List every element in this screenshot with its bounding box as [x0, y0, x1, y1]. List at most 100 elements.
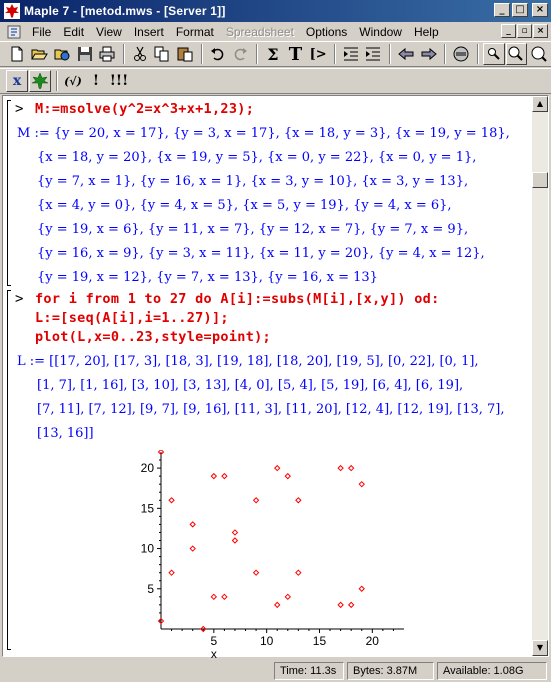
toolbar-separator: [123, 44, 126, 64]
math-mode-button[interactable]: x: [6, 70, 28, 92]
menu-window[interactable]: Window: [353, 25, 408, 39]
toolbar-separator: [389, 44, 392, 64]
new-button[interactable]: [6, 43, 28, 65]
context-toolbar: x (√) ! !!!: [0, 68, 551, 94]
scissors-icon: [133, 46, 146, 61]
open-url-button[interactable]: [51, 43, 73, 65]
toolbar-separator: [476, 44, 479, 64]
outdent-icon: [343, 47, 358, 61]
data-point: [221, 472, 228, 480]
vertical-scrollbar[interactable]: ▲ ▼: [532, 96, 548, 656]
save-button[interactable]: [74, 43, 96, 65]
back-button[interactable]: [395, 43, 417, 65]
output-line: [7, 11], [7, 12], [9, 7], [9, 16], [11, …: [37, 402, 505, 417]
magnifier-large-icon: [508, 46, 524, 61]
worksheet-icon[interactable]: [6, 24, 22, 40]
print-button[interactable]: [96, 43, 118, 65]
maple-input-button[interactable]: [29, 70, 51, 92]
indent-icon: [366, 47, 381, 61]
doc-restore-button[interactable]: ▫: [517, 24, 532, 38]
output-line: {y = 19, x = 6}, {y = 11, x = 7}, {y = 1…: [37, 222, 469, 237]
menu-file[interactable]: File: [26, 25, 57, 39]
clipboard-icon: [177, 47, 193, 62]
open-url-icon: [54, 49, 70, 61]
menu-view[interactable]: View: [90, 25, 128, 39]
data-point: [168, 497, 175, 504]
data-point: [284, 593, 291, 601]
floppy-icon: [77, 47, 92, 61]
menu-edit[interactable]: Edit: [57, 25, 90, 39]
cut-button[interactable]: [129, 43, 151, 65]
execution-group-bracket[interactable]: [7, 100, 11, 286]
doc-close-button[interactable]: ×: [533, 24, 548, 38]
maple-input-line[interactable]: plot(L,x=0..23,style=point);: [35, 329, 271, 345]
data-point: [231, 537, 239, 544]
forward-button[interactable]: [418, 43, 440, 65]
status-time: Time: 11.3s: [274, 662, 344, 680]
redo-button[interactable]: [229, 43, 251, 65]
outdent-button[interactable]: [340, 43, 362, 65]
output-line: M := {y = 20, x = 17}, {y = 3, x = 17}, …: [17, 126, 510, 141]
data-point: [210, 593, 218, 601]
new-file-icon: [11, 46, 23, 62]
window-title: Maple 7 - [metod.mws - [Server 1]]: [24, 4, 226, 18]
math-input-button[interactable]: Σ: [262, 43, 284, 65]
y-tick-label: 5: [147, 582, 154, 596]
execution-group-bracket[interactable]: [7, 290, 11, 650]
data-point: [210, 472, 218, 480]
menu-insert[interactable]: Insert: [128, 25, 170, 39]
output-line: {y = 7, x = 1}, {y = 16, x = 1}, {x = 3,…: [37, 174, 469, 189]
menu-options[interactable]: Options: [300, 25, 353, 39]
status-bar: Time: 11.3s Bytes: 3.87M Available: 1.08…: [0, 659, 551, 682]
maple-input-line[interactable]: for i from 1 to 27 do A[i]:=subs(M[i],[x…: [35, 291, 440, 307]
execute-all-button[interactable]: !!!: [108, 70, 130, 92]
data-point: [295, 497, 302, 504]
insert-prompt-button[interactable]: [>: [307, 43, 329, 65]
data-point: [252, 497, 260, 504]
maple-input-line[interactable]: L:=[seq(A[i],i=1..27)];: [35, 310, 229, 326]
x-tick-label: 20: [366, 634, 380, 648]
output-line: {y = 19, x = 12}, {y = 7, x = 13}, {y = …: [37, 270, 378, 285]
zoom-out-button[interactable]: [505, 43, 528, 65]
data-point: [252, 569, 260, 576]
data-point: [221, 593, 228, 601]
menu-format[interactable]: Format: [170, 25, 220, 39]
text-input-button[interactable]: T: [285, 43, 307, 65]
data-point: [274, 601, 281, 609]
output-line: {x = 4, y = 0}, {y = 4, x = 5}, {x = 5, …: [37, 198, 452, 213]
indent-button[interactable]: [363, 43, 385, 65]
exclamation-icon: !: [92, 73, 100, 89]
open-folder-icon: [31, 49, 49, 60]
data-point: [337, 464, 344, 472]
evaluate-button[interactable]: (√): [62, 70, 84, 92]
maximize-button[interactable]: □: [512, 3, 528, 17]
scroll-thumb[interactable]: [532, 172, 548, 188]
copy-button[interactable]: [152, 43, 174, 65]
open-button[interactable]: [29, 43, 51, 65]
toolbar-separator: [333, 44, 336, 64]
zoom-fit-button[interactable]: [528, 43, 550, 65]
toolbar-separator: [56, 71, 58, 91]
minimize-button[interactable]: _: [494, 3, 510, 17]
menu-spreadsheet[interactable]: Spreadsheet: [220, 25, 300, 39]
undo-button[interactable]: [207, 43, 229, 65]
doc-minimize-button[interactable]: _: [501, 24, 516, 38]
data-point: [231, 529, 239, 536]
paste-button[interactable]: [174, 43, 196, 65]
close-button[interactable]: ×: [532, 3, 548, 17]
zoom-in-button[interactable]: [482, 43, 505, 65]
prompt-icon: [>: [309, 46, 327, 62]
scroll-down-button[interactable]: ▼: [532, 640, 548, 656]
data-point: [295, 569, 302, 576]
execute-button[interactable]: !: [85, 70, 107, 92]
arrow-right-icon: [421, 47, 437, 61]
scatter-plot[interactable]: 5 10 15 205101520x: [128, 450, 408, 660]
x-tick-label: 15: [313, 634, 327, 648]
toolbar-separator: [200, 44, 203, 64]
data-point: [347, 601, 355, 609]
x-tick-label: 5: [210, 634, 217, 648]
menu-help[interactable]: Help: [408, 25, 445, 39]
scroll-up-button[interactable]: ▲: [532, 96, 548, 112]
stop-button[interactable]: [450, 43, 472, 65]
maple-input-line[interactable]: M:=msolve(y^2=x^3+x+1,23);: [35, 101, 254, 117]
